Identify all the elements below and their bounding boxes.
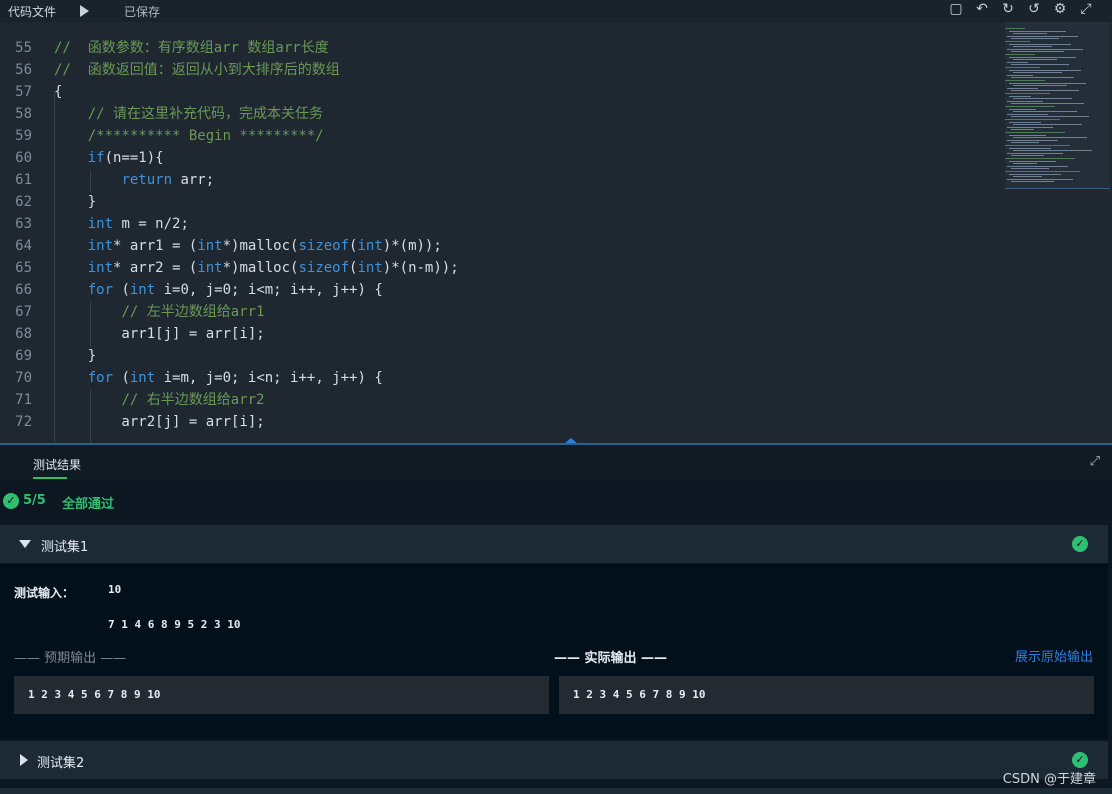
code-text: { — [54, 84, 63, 100]
line-number: 67 — [15, 304, 32, 320]
line-number: 69 — [15, 348, 32, 364]
code-line[interactable]: 72 arr2[j] = arr[i]; — [0, 411, 1000, 433]
code-line[interactable]: 59 /********** Begin *********/ — [0, 125, 1000, 147]
line-number: 57 — [15, 84, 32, 100]
code-file-tab[interactable]: 代码文件 — [8, 3, 56, 20]
code-line[interactable]: 64 int* arr1 = (int*)malloc(sizeof(int)*… — [0, 235, 1000, 257]
code-line[interactable]: 70 for (int i=m, j=0; i<n; i++, j++) { — [0, 367, 1000, 389]
code-text: // 左半边数组给arr1 — [121, 304, 265, 320]
test-set-label: 测试集1 — [41, 540, 89, 555]
code-line[interactable]: 55 // 函数参数：有序数组arr 数组arr长度 — [0, 37, 1000, 59]
show-raw-output-link[interactable]: 展示原始输出 — [1015, 646, 1093, 665]
test-set-1-header[interactable]: 测试集1 ✓ — [0, 525, 1108, 563]
line-number: 58 — [15, 106, 32, 122]
code-line[interactable]: 63 int m = n/2; — [0, 213, 1000, 235]
run-icon[interactable] — [80, 5, 89, 17]
test-set-2-header[interactable]: 测试集2 ✓ — [0, 741, 1108, 779]
test-input-line: 10 — [108, 583, 122, 596]
line-number: 61 — [15, 172, 32, 188]
code-text: arr1[j] = arr[i]; — [54, 326, 265, 342]
gear-icon[interactable]: ⚙ — [1052, 1, 1068, 17]
line-number: 71 — [15, 392, 32, 408]
code-text: // 右半边数组给arr2 — [121, 392, 265, 408]
code-line[interactable]: 57 { — [0, 81, 1000, 103]
test-set-1-body: 测试输入： 10 7 1 4 6 8 9 5 2 3 10 —— 预期输出 ——… — [0, 564, 1108, 739]
code-text: /********** Begin *********/ — [87, 128, 324, 144]
check-circle-icon: ✓ — [1072, 752, 1088, 768]
code-line[interactable]: 65 int* arr2 = (int*)malloc(sizeof(int)*… — [0, 257, 1000, 279]
code-text: for (int i=0, j=0; i<m; i++, j++) { — [87, 282, 383, 298]
save-status: 已保存 — [124, 5, 161, 19]
code-line[interactable]: 62 } — [0, 191, 1000, 213]
expected-output-box: 1 2 3 4 5 6 7 8 9 10 — [14, 676, 549, 714]
line-number: 64 — [15, 238, 32, 254]
code-text: // 函数参数：有序数组arr 数组arr长度 — [54, 40, 329, 56]
expected-output-value: 1 2 3 4 5 6 7 8 9 10 — [28, 688, 161, 701]
line-number: 63 — [15, 216, 32, 232]
line-number: 56 — [15, 62, 32, 78]
watermark: CSDN @于建章 — [1002, 772, 1096, 787]
refresh-icon[interactable]: ↻ — [1000, 1, 1016, 17]
code-line[interactable]: 69 } — [0, 345, 1000, 367]
line-number: 55 — [15, 40, 32, 56]
toolbar-icons: ▢ ↶ ↻ ↺ ⚙ ⤢ — [948, 1, 1094, 17]
line-number: 70 — [15, 370, 32, 386]
code-line[interactable]: 61 return arr; — [0, 169, 1000, 191]
test-input-label: 测试输入： — [14, 586, 75, 600]
expected-output-label: —— 预期输出 —— — [14, 651, 127, 666]
results-summary: ✓ 5/5 全部通过 — [0, 480, 1112, 524]
code-text: // 函数返回值：返回从小到大排序后的数组 — [54, 62, 340, 78]
results-header: 测试结果 ⤢ — [0, 445, 1112, 481]
code-line[interactable]: 58 // 请在这里补充代码，完成本关任务 — [0, 103, 1000, 125]
undo-icon[interactable]: ↶ — [974, 1, 990, 17]
code-text: arr2[j] = arr[i]; — [54, 414, 265, 430]
code-text: int* arr2 = (int*)malloc(sizeof(int)*(n-… — [87, 260, 459, 276]
test-set-label: 测试集2 — [37, 756, 85, 771]
code-line[interactable]: 66 for (int i=0, j=0; i<m; i++, j++) { — [0, 279, 1000, 301]
code-line[interactable]: 68 arr1[j] = arr[i]; — [0, 323, 1000, 345]
minimap[interactable] — [1005, 28, 1110, 188]
line-number: 60 — [15, 150, 32, 166]
bottom-bar — [0, 788, 1112, 794]
test-input-line: 7 1 4 6 8 9 5 2 3 10 — [108, 618, 241, 631]
code-text: for (int i=m, j=0; i<n; i++, j++) { — [87, 370, 383, 386]
code-text: // 请在这里补充代码，完成本关任务 — [87, 106, 324, 122]
tab-test-results[interactable]: 测试结果 — [33, 456, 81, 473]
pass-count: 5/5 — [23, 493, 46, 508]
folder-icon[interactable]: ▢ — [948, 1, 964, 17]
code-text: if(n==1){ — [87, 150, 164, 166]
check-circle-icon: ✓ — [3, 493, 19, 509]
actual-output-box: 1 2 3 4 5 6 7 8 9 10 — [559, 676, 1094, 714]
line-number: 68 — [15, 326, 32, 342]
history-icon[interactable]: ↺ — [1026, 1, 1042, 17]
expand-icon[interactable]: ⤢ — [1078, 1, 1094, 17]
actual-output-label: —— 实际输出 —— — [554, 651, 668, 666]
line-number: 62 — [15, 194, 32, 210]
actual-output-value: 1 2 3 4 5 6 7 8 9 10 — [573, 688, 706, 701]
code-text: } — [54, 348, 97, 364]
pass-status: 全部通过 — [62, 497, 115, 512]
line-number: 72 — [15, 414, 32, 430]
caret-right-icon — [20, 754, 28, 766]
active-tab-indicator — [33, 477, 67, 479]
line-number: 65 — [15, 260, 32, 276]
code-line[interactable]: 60 if(n==1){ — [0, 147, 1000, 169]
code-text: return arr; — [121, 172, 215, 188]
top-toolbar: 代码文件 已保存 ▢ ↶ ↻ ↺ ⚙ ⤢ — [0, 0, 1112, 22]
line-number: 66 — [15, 282, 32, 298]
check-circle-icon: ✓ — [1072, 536, 1088, 552]
line-number: 59 — [15, 128, 32, 144]
code-text: } — [54, 194, 97, 210]
code-editor[interactable]: 55 // 函数参数：有序数组arr 数组arr长度 56 // 函数返回值：返回从小… — [0, 22, 1112, 444]
code-line[interactable]: 56 // 函数返回值：返回从小到大排序后的数组 — [0, 59, 1000, 81]
caret-down-icon — [19, 540, 31, 548]
code-line[interactable]: 67 // 左半边数组给arr1 — [0, 301, 1000, 323]
code-text: int m = n/2; — [87, 216, 189, 232]
expand-panel-icon[interactable]: ⤢ — [1090, 454, 1100, 469]
code-line[interactable]: 71 // 右半边数组给arr2 — [0, 389, 1000, 411]
code-text: int* arr1 = (int*)malloc(sizeof(int)*(m)… — [87, 238, 442, 254]
